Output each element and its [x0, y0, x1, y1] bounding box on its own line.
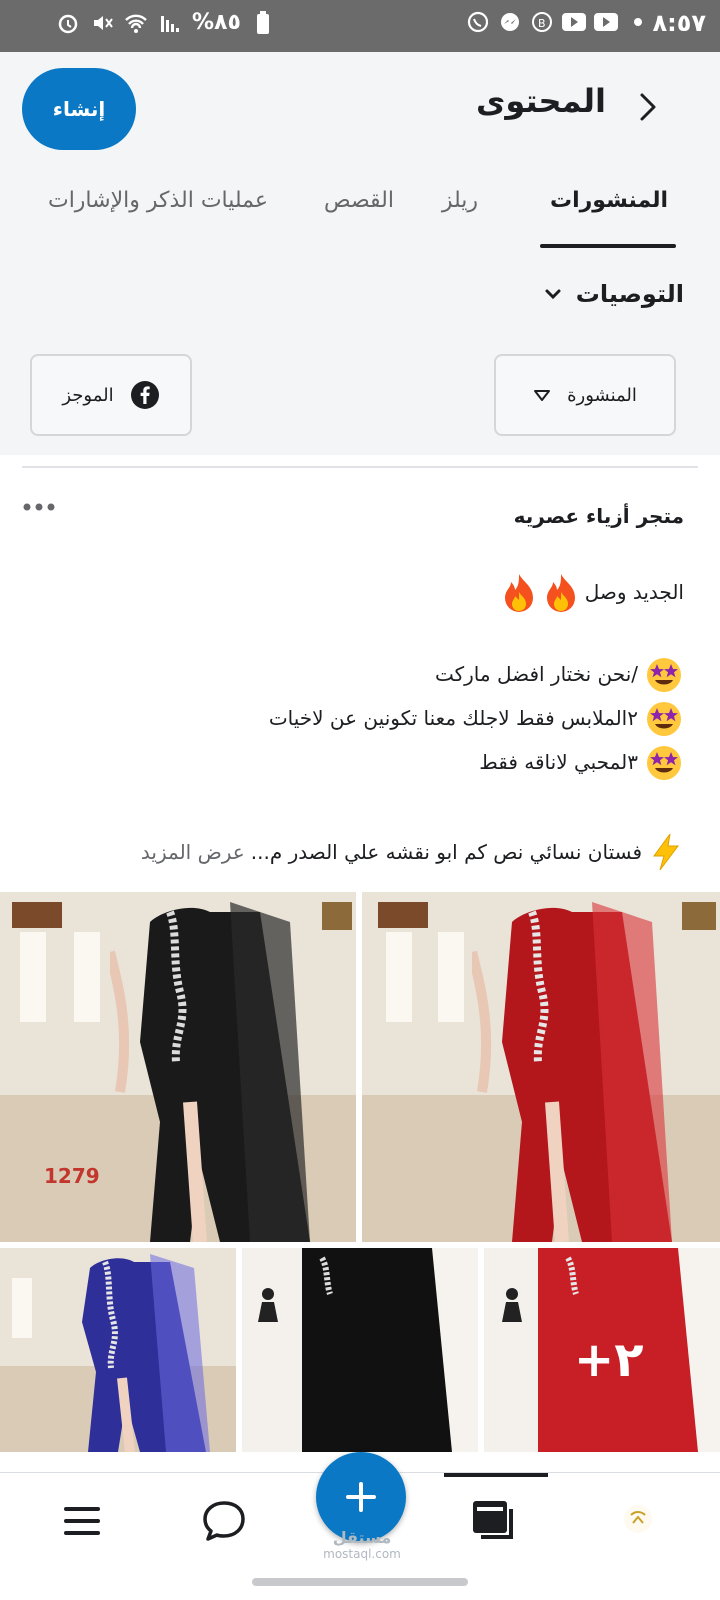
post-line-new-arrivals: الجديد وصل [501, 572, 684, 612]
status-left: %٨٥ [56, 10, 275, 35]
chevron-down-icon [545, 289, 561, 300]
post-bullet1-text: /نحن نختار افضل ماركت [434, 662, 638, 686]
photo-red-dress[interactable] [362, 892, 720, 1242]
photo-black-dress-fur[interactable] [242, 1248, 478, 1452]
home-indicator[interactable] [252, 1578, 468, 1586]
page-title: المحتوى [476, 82, 606, 120]
plus-icon [346, 1482, 376, 1512]
create-button[interactable]: إنشاء [22, 68, 136, 150]
more-options-icon[interactable] [22, 500, 56, 514]
red-dress-image [472, 902, 672, 1242]
black-dress-fur-image [242, 1248, 478, 1452]
chat-icon [203, 1501, 245, 1541]
back-chevron-icon[interactable] [634, 90, 662, 124]
active-tab-indicator [540, 244, 676, 248]
status-bar: %٨٥ B ٨:٥٧ [0, 0, 720, 52]
alarm-icon [56, 11, 80, 35]
star-struck-emoji-icon [647, 658, 681, 692]
signal-icon [158, 11, 182, 35]
tab-stories[interactable]: القصص [324, 188, 394, 213]
recommendations-label: التوصيات [575, 280, 684, 308]
fire-emoji-icon [546, 574, 575, 612]
posts-icon [473, 1501, 513, 1539]
post-description-text: فستان نسائي نص كم ابو نقشه علي الصدر م..… [250, 840, 642, 864]
post-line1-text: الجديد وصل [584, 580, 684, 604]
posts-button[interactable] [470, 1497, 518, 1545]
whatsapp-icon [466, 10, 490, 34]
watermark: مستقل mostaql.com [316, 1528, 408, 1561]
lightning-emoji-icon [653, 833, 679, 871]
youtube-icon-2 [594, 10, 618, 34]
menu-icon [64, 1507, 100, 1535]
more-photos-count: +٢ [574, 1332, 644, 1388]
recommendations-dropdown[interactable]: التوصيات [542, 280, 684, 308]
black-dress-image [110, 902, 310, 1242]
dot-icon [626, 10, 650, 34]
photo-blue-dress[interactable] [0, 1248, 236, 1452]
post-author[interactable]: متجر أزياء عصريه [514, 504, 684, 528]
post-bullet3-text: ٣لمحبي لاناقه فقط [479, 750, 638, 774]
battery-icon [251, 10, 275, 35]
content-header-area: إنشاء المحتوى المنشورات ريلز القصص عمليا… [0, 52, 720, 455]
facebook-icon [130, 381, 159, 409]
post-description: فستان نسائي نص كم ابو نقشه علي الصدر م..… [141, 832, 684, 872]
fire-emoji-icon-2 [504, 574, 533, 612]
post-bullet-3: ٣لمحبي لاناقه فقط [479, 742, 684, 782]
photo-black-dress[interactable]: 1279 [0, 892, 356, 1242]
profile-button[interactable] [614, 1497, 662, 1545]
published-filter-label: المنشورة [567, 384, 637, 406]
active-nav-indicator [444, 1473, 548, 1477]
inbox-button[interactable] [200, 1497, 248, 1545]
blue-dress-image [82, 1254, 210, 1452]
profile-icon [624, 1505, 652, 1533]
published-filter-button[interactable]: المنشورة [494, 354, 676, 436]
feed-filter-label: الموجز [62, 384, 114, 406]
watermark-logo-text: مستقل [332, 1528, 392, 1547]
post-bullet-1: /نحن نختار افضل ماركت [435, 654, 684, 694]
watermark-url: mostaql.com [323, 1547, 401, 1561]
star-struck-emoji-icon-2 [647, 702, 681, 736]
business-icon: B [530, 10, 554, 34]
youtube-icon [562, 10, 586, 34]
svg-text:B: B [538, 17, 546, 30]
star-struck-emoji-icon-3 [647, 746, 681, 780]
tab-reels[interactable]: ريلز [442, 188, 478, 213]
content-tabs: المنشورات ريلز القصص عمليات الذكر والإشا… [0, 170, 720, 250]
post-bullet-2: ٢الملابس فقط لاجلك معنا تكونين عن لاخيات [269, 698, 684, 738]
wifi-icon [124, 11, 148, 35]
mute-icon [90, 11, 114, 35]
triangle-down-icon [534, 390, 551, 401]
tab-mentions[interactable]: عمليات الذكر والإشارات [48, 188, 268, 213]
see-more-link[interactable]: عرض المزيد [141, 840, 245, 864]
tab-posts[interactable]: المنشورات [550, 188, 668, 213]
post-bullet2-text: ٢الملابس فقط لاجلك معنا تكونين عن لاخيات [268, 706, 638, 730]
post-photo-grid: 1279 +٢ [0, 892, 720, 1452]
product-code: 1279 [44, 1164, 100, 1188]
menu-button[interactable] [58, 1497, 106, 1545]
battery-percent: %٨٥ [192, 10, 241, 35]
messenger-icon [498, 10, 522, 34]
divider [22, 466, 698, 468]
clock: ٨:٥٧ [652, 9, 706, 37]
feed-filter-button[interactable]: الموجز [30, 354, 192, 436]
notification-icons: B [466, 10, 650, 34]
photo-red-dress-fur[interactable]: +٢ [484, 1248, 720, 1452]
